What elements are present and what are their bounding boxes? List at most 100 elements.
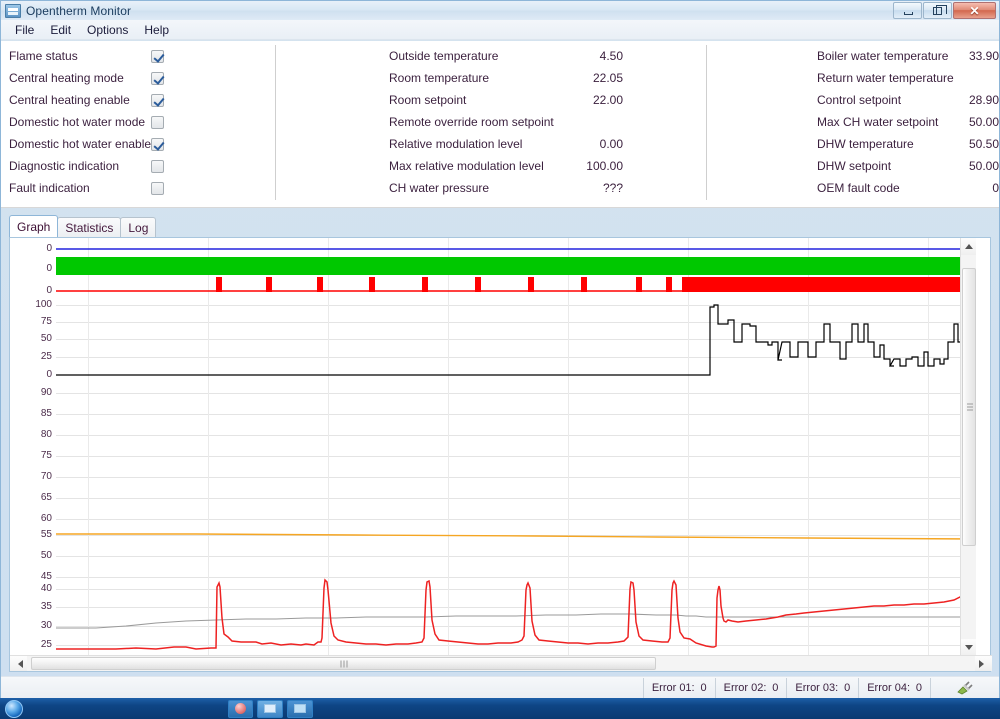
label-return-water-temperature: Return water temperature [817, 71, 959, 85]
graph-vertical-scrollbar[interactable] [960, 238, 976, 656]
status-row-dhw-enable: Domestic hot water enable [9, 133, 275, 155]
menu-options[interactable]: Options [79, 21, 136, 39]
status-row-diagnostic: Diagnostic indication [9, 155, 275, 177]
value-boiler-water-temperature: 33.90 [959, 49, 999, 63]
label-central-heating-mode: Central heating mode [9, 71, 151, 85]
ytick-t-35: 35 [41, 602, 52, 612]
scroll-right-button[interactable] [975, 656, 992, 671]
window-controls: ✕ [893, 2, 996, 19]
series-room-temperature [56, 614, 976, 628]
start-button[interactable] [0, 698, 28, 719]
scroll-down-button[interactable] [961, 639, 976, 656]
label-oem-fault-code: OEM fault code [817, 181, 959, 195]
taskbar-item-2[interactable] [257, 700, 283, 718]
checkbox-diagnostic-indication[interactable] [151, 160, 164, 173]
checkbox-flame-status[interactable] [151, 50, 164, 63]
value-outside-temperature: 4.50 [561, 49, 623, 63]
value-row-ch-water-pressure: CH water pressure ??? [389, 177, 706, 199]
value-row-dhw-temperature: DHW temperature 50.50 [817, 133, 999, 155]
label-diagnostic-indication: Diagnostic indication [9, 159, 151, 173]
right-values-column: Boiler water temperature 33.90 Return wa… [707, 41, 999, 208]
value-relative-modulation-level: 0.00 [561, 137, 623, 151]
value-ch-water-pressure: ??? [561, 181, 623, 195]
windows-orb-icon [5, 700, 23, 718]
taskbar-item-3[interactable] [287, 700, 313, 718]
status-error-04-label: Error 04: [867, 682, 910, 694]
series-boiler-water-temperature [56, 580, 976, 649]
status-panel: Flame status Central heating mode Centra… [1, 41, 999, 208]
status-error-03-value: 0 [838, 682, 850, 694]
status-error-01-label: Error 01: [652, 682, 695, 694]
value-dhw-temperature: 50.50 [959, 137, 999, 151]
checkbox-central-heating-enable[interactable] [151, 94, 164, 107]
value-row-outside-temperature: Outside temperature 4.50 [389, 45, 706, 67]
taskbar [0, 698, 1000, 719]
value-control-setpoint: 28.90 [959, 93, 999, 107]
menu-edit[interactable]: Edit [42, 21, 79, 39]
grip-icon [340, 660, 347, 667]
tab-log[interactable]: Log [120, 217, 156, 237]
value-row-relative-modulation: Relative modulation level 0.00 [389, 133, 706, 155]
ytick-t-85: 85 [41, 409, 52, 419]
checkbox-fault-indication[interactable] [151, 182, 164, 195]
connection-status[interactable] [930, 678, 999, 698]
restore-button[interactable] [923, 2, 952, 19]
ytick-mod-0: 0 [46, 370, 52, 380]
label-remote-override-room-setpoint: Remote override room setpoint [389, 115, 561, 129]
graph-horizontal-scrollbar[interactable] [10, 655, 992, 671]
status-error-02: Error 02: 0 [715, 678, 787, 698]
ytick-t-60: 60 [41, 514, 52, 524]
checkbox-dhw-mode[interactable] [151, 116, 164, 129]
window-title: Opentherm Monitor [26, 4, 131, 18]
application-window: Opentherm Monitor ✕ File Edit Options He… [0, 0, 1000, 719]
status-error-03-label: Error 03: [795, 682, 838, 694]
label-ch-water-pressure: CH water pressure [389, 181, 561, 195]
scroll-up-button[interactable] [961, 238, 976, 255]
ytick-t-70: 70 [41, 472, 52, 482]
label-dhw-mode: Domestic hot water mode [9, 115, 151, 129]
horizontal-scroll-thumb[interactable] [31, 657, 656, 670]
title-bar: Opentherm Monitor ✕ [1, 1, 999, 20]
value-dhw-setpoint: 50.00 [959, 159, 999, 173]
value-room-temperature: 22.05 [561, 71, 623, 85]
series-relative-modulation-level [56, 305, 976, 375]
label-max-ch-water-setpoint: Max CH water setpoint [817, 115, 959, 129]
chevron-down-icon [965, 645, 973, 650]
checkbox-dhw-enable[interactable] [151, 138, 164, 151]
tab-strip: Graph Statistics Log [9, 216, 155, 237]
checkbox-central-heating-mode[interactable] [151, 72, 164, 85]
graph-panel: 0 0 0 100 75 50 25 0 90 85 80 75 70 65 6… [9, 237, 991, 672]
scroll-left-button[interactable] [10, 656, 27, 671]
y-axis-labels: 0 0 0 100 75 50 25 0 90 85 80 75 70 65 6… [10, 238, 56, 656]
label-fault-indication: Fault indication [9, 181, 151, 195]
tab-statistics[interactable]: Statistics [57, 217, 121, 237]
tab-graph[interactable]: Graph [9, 215, 58, 237]
status-error-02-value: 0 [766, 682, 778, 694]
app-icon [5, 4, 21, 18]
status-row-fault: Fault indication [9, 177, 275, 199]
value-max-ch-water-setpoint: 50.00 [959, 115, 999, 129]
menu-file[interactable]: File [7, 21, 42, 39]
ytick-ch-0: 0 [46, 264, 52, 274]
taskbar-item-1[interactable] [228, 700, 253, 718]
label-dhw-temperature: DHW temperature [817, 137, 959, 151]
series-dhw-setpoint [56, 534, 976, 539]
ytick-mod-50: 50 [41, 334, 52, 344]
menu-help[interactable]: Help [136, 21, 177, 39]
status-error-02-label: Error 02: [724, 682, 767, 694]
vertical-scroll-thumb[interactable] [962, 268, 976, 546]
status-row-flame: Flame status [9, 45, 275, 67]
label-dhw-enable: Domestic hot water enable [9, 137, 151, 151]
minimize-button[interactable] [893, 2, 922, 19]
status-error-04: Error 04: 0 [858, 678, 930, 698]
close-button[interactable]: ✕ [953, 2, 996, 19]
plug-icon [956, 681, 974, 695]
label-max-relative-modulation-level: Max relative modulation level [389, 159, 561, 173]
label-boiler-water-temperature: Boiler water temperature [817, 49, 959, 63]
value-row-return-water-temperature: Return water temperature [817, 67, 999, 89]
taskbar-icon-2 [264, 704, 276, 713]
status-row-ch-enable: Central heating enable [9, 89, 275, 111]
ytick-dhw-0: 0 [46, 244, 52, 254]
value-row-remote-override: Remote override room setpoint [389, 111, 706, 133]
value-room-setpoint: 22.00 [561, 93, 623, 107]
